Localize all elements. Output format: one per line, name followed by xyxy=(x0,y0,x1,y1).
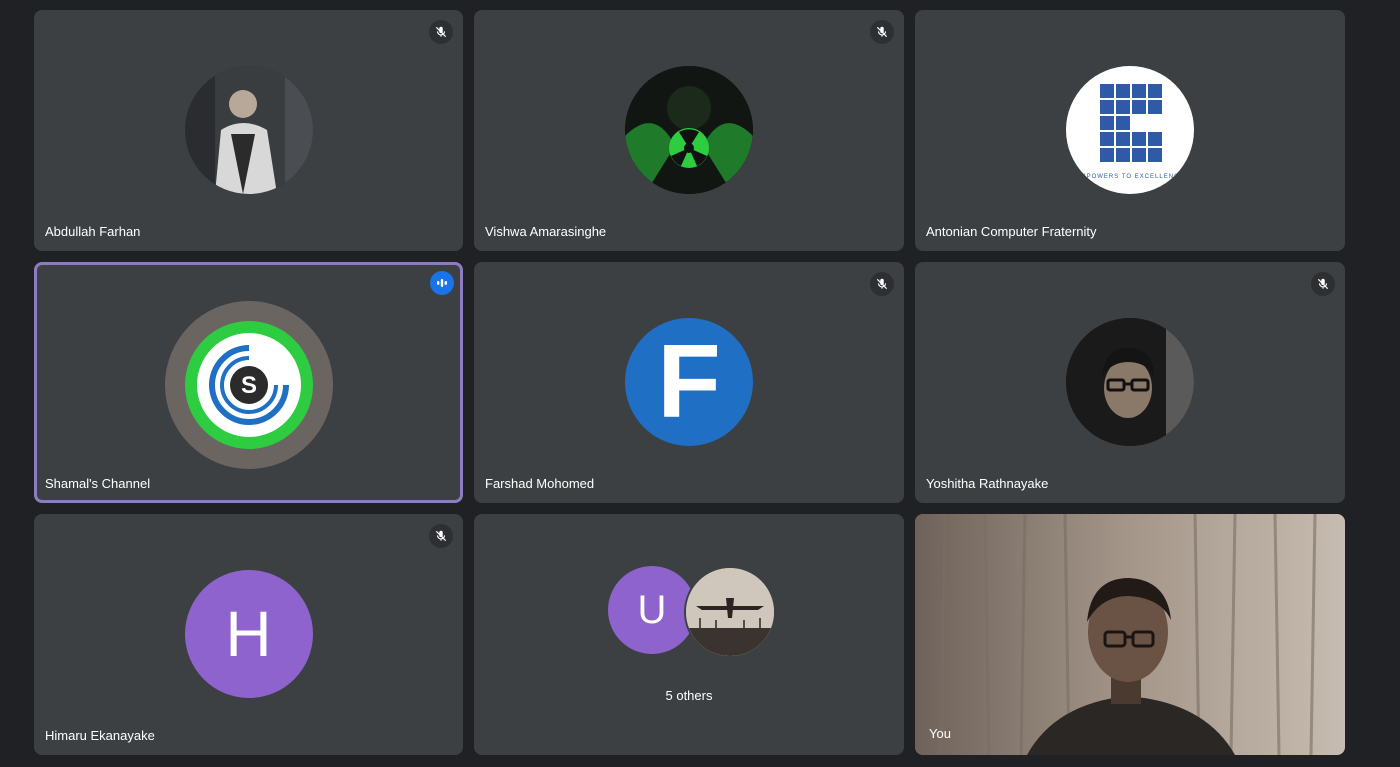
mic-off-icon xyxy=(1311,272,1335,296)
avatar-logo-s: S xyxy=(184,321,313,449)
participant-tile-antonian[interactable]: EMPOWERS TO EXCELLENCE Antonian Computer… xyxy=(915,10,1345,251)
participant-name: Shamal's Channel xyxy=(45,476,151,491)
participant-tile-himaru[interactable]: H Himaru Ekanayake xyxy=(34,514,463,755)
avatar-letter-u: U xyxy=(608,566,696,654)
avatar-photo xyxy=(1066,318,1194,446)
mic-off-icon xyxy=(429,20,453,44)
participant-name: Vishwa Amarasinghe xyxy=(485,224,607,239)
avatar-radiation-art xyxy=(625,66,753,194)
participant-tile-yoshitha[interactable]: Yoshitha Rathnayake xyxy=(915,262,1345,503)
participant-tile-abdullah[interactable]: Abdullah Farhan xyxy=(34,10,463,251)
mic-off-icon xyxy=(429,524,453,548)
participant-tile-shamal[interactable]: S Shamal's Channel xyxy=(34,262,463,503)
participant-tile-farshad[interactable]: F Farshad Mohomed xyxy=(474,262,904,503)
avatar-photo xyxy=(184,66,313,194)
participant-name: Abdullah Farhan xyxy=(45,224,141,239)
audio-level-icon xyxy=(430,271,454,295)
participant-name: Farshad Mohomed xyxy=(485,476,595,491)
self-view-tile[interactable]: You xyxy=(915,514,1345,755)
self-camera-feed xyxy=(915,514,1345,755)
others-tile[interactable]: U 5 others xyxy=(474,514,904,755)
avatar-letter-f: F xyxy=(625,318,753,446)
avatar-letter: F xyxy=(657,324,721,440)
participant-tile-vishwa[interactable]: Vishwa Amarasinghe xyxy=(474,10,904,251)
participant-name: Antonian Computer Fraternity xyxy=(926,224,1097,239)
avatar-letter-h: H xyxy=(184,570,313,698)
avatar-letter: U xyxy=(637,587,667,632)
svg-text:S: S xyxy=(240,372,256,399)
avatar-letter: H xyxy=(225,598,272,670)
participant-name: You xyxy=(929,726,951,741)
participant-name: Yoshitha Rathnayake xyxy=(926,476,1049,491)
avatar-airplane-photo xyxy=(684,566,776,658)
mic-off-icon xyxy=(870,20,894,44)
logo-text: EMPOWERS TO EXCELLENCE xyxy=(1075,174,1185,180)
others-count-label: 5 others xyxy=(665,688,713,703)
mic-off-icon xyxy=(870,272,894,296)
participant-name: Himaru Ekanayake xyxy=(45,728,155,743)
avatar-logo-e: EMPOWERS TO EXCELLENCE xyxy=(1066,66,1194,194)
